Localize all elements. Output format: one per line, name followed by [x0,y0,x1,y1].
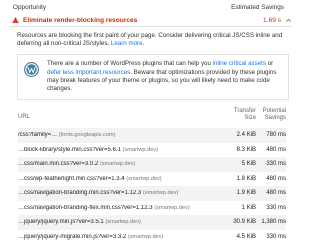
resource-host: (smartwp.dev) [142,190,179,197]
potential-savings: 780 ms [266,132,286,139]
resource-host: (smartwp.dev) [122,146,158,153]
resource-path: …css/navigation-branding.min.css?ver=1.1… [18,190,142,197]
chevron-up-icon[interactable] [285,17,292,24]
wp-text-2: or [265,60,274,68]
potential-savings: 330 ms [266,233,286,240]
resource-url[interactable]: /css?family=… (fonts.googleapis.com) [18,132,220,138]
transfer-size: 30.9 KiB [233,219,256,226]
wordpress-tip-text: There are a number of WordPress plugins … [47,60,284,93]
potential-savings: 330 ms [266,161,286,168]
savings-header-line2: Savings [264,115,286,122]
resource-url[interactable]: …jquery/jquery.min.js?ver=3.5.1 (smartwp… [18,219,220,225]
table-row[interactable]: …jquery/jquery.min.js?ver=3.5.1 (smartwp… [18,215,286,230]
resource-host: (smartwp.dev) [127,233,164,240]
inline-critical-assets-link[interactable]: inline critical assets [213,60,266,67]
potential-savings: 1,380 ms [261,219,286,226]
table-row[interactable]: …css/navigation-branding.min.css?ver=1.1… [18,186,286,201]
resource-url[interactable]: …css/main.min.css?ver=3.0.2 (smartwp.dev… [18,161,220,167]
resource-path: …jquery/jquery.min.js?ver=3.5.1 [18,219,104,226]
table-row[interactable]: /css?family=… (fonts.googleapis.com) 2.4… [18,128,286,143]
estimated-savings-label: Estimated Savings [231,3,284,11]
resource-host: (smartwp.dev) [99,161,136,168]
resource-path: …css/navigation-branding-flex.min.css?ve… [18,204,153,211]
description-period: . [142,40,145,48]
resource-host: (smartwp.dev) [126,175,162,182]
audit-render-blocking: Eliminate render-blocking resources 1.69… [10,14,292,244]
opportunity-label: Opportunity [13,3,47,11]
defer-resources-link[interactable]: defer less important resources [47,69,130,76]
transfer-size: 1 KiB [241,204,256,211]
resource-url[interactable]: …block-library/style.min.css?ver=5.6.1 (… [18,147,220,153]
opportunity-header: Opportunity Estimated Savings [0,0,300,14]
audit-savings: 1.69 s [263,16,281,24]
transfer-header-line2: Size [244,115,256,122]
audit-description: Resources are blocking the first paint o… [17,32,287,48]
potential-savings: 480 ms [266,175,286,182]
wordpress-tip-box: There are a number of WordPress plugins … [17,54,289,101]
resource-host: (smartwp.dev) [105,219,141,226]
resource-host: (fonts.googleapis.com) [58,132,116,139]
table-row[interactable]: …css/main.min.css?ver=3.0.2 (smartwp.dev… [18,157,286,172]
resource-path: …block-library/style.min.css?ver=5.6.1 [18,146,121,153]
warning-triangle-icon [12,17,19,23]
learn-more-link[interactable]: Learn more [111,40,143,47]
resource-url[interactable]: …css/navigation-branding-flex.min.css?ve… [18,205,220,211]
table-row[interactable]: …block-library/style.min.css?ver=5.6.1 (… [18,143,286,158]
potential-savings: 330 ms [266,204,286,211]
resource-host: (smartwp.dev) [154,204,190,211]
resource-url[interactable]: …css/wp-featherlight.min.css?ver=1.3.4 (… [18,176,220,182]
url-column-header: URL [18,114,31,121]
audit-title-row[interactable]: Eliminate render-blocking resources 1.69… [10,14,292,27]
transfer-size: 5 KiB [241,161,256,168]
transfer-size: 2.4 KiB [236,132,256,139]
wp-text-1: There are a number of WordPress plugins … [47,60,213,68]
audit-description-text: Resources are blocking the first paint o… [17,32,283,48]
resource-url[interactable]: …jquery/jquery-migrate.min.js?ver=3.3.2 … [18,234,220,240]
resource-path: …css/main.min.css?ver=3.0.2 [18,161,99,168]
transfer-size-column-header: Transfer Size [220,108,256,122]
wordpress-logo [24,62,39,78]
potential-savings-column-header: Potential Savings [256,108,286,122]
resource-path: …jquery/jquery-migrate.min.js?ver=3.3.2 [18,233,127,240]
savings-header-line1: Potential [262,108,286,115]
table-row[interactable]: …jquery/jquery-migrate.min.js?ver=3.3.2 … [18,230,286,244]
transfer-size: 1.9 KiB [236,190,256,197]
resource-url[interactable]: …css/navigation-branding.min.css?ver=1.1… [18,190,220,196]
resource-path: …css/wp-featherlight.min.css?ver=1.3.4 [18,175,125,182]
table-row[interactable]: …css/wp-featherlight.min.css?ver=1.3.4 (… [18,172,286,187]
resources-table: URL Transfer Size Potential Savings /css… [18,108,286,244]
potential-savings: 480 ms [266,190,286,197]
transfer-header-line1: Transfer [233,108,256,115]
table-row[interactable]: …css/navigation-branding-flex.min.css?ve… [18,201,286,216]
resource-path: /css?family=… [18,132,58,139]
table-header: URL Transfer Size Potential Savings [18,108,286,128]
transfer-size: 1.8 KiB [236,175,256,182]
potential-savings: 480 ms [266,146,286,153]
transfer-size: 4.5 KiB [236,233,256,240]
transfer-size: 8.3 KiB [236,146,256,153]
audit-title: Eliminate render-blocking resources [23,16,138,24]
